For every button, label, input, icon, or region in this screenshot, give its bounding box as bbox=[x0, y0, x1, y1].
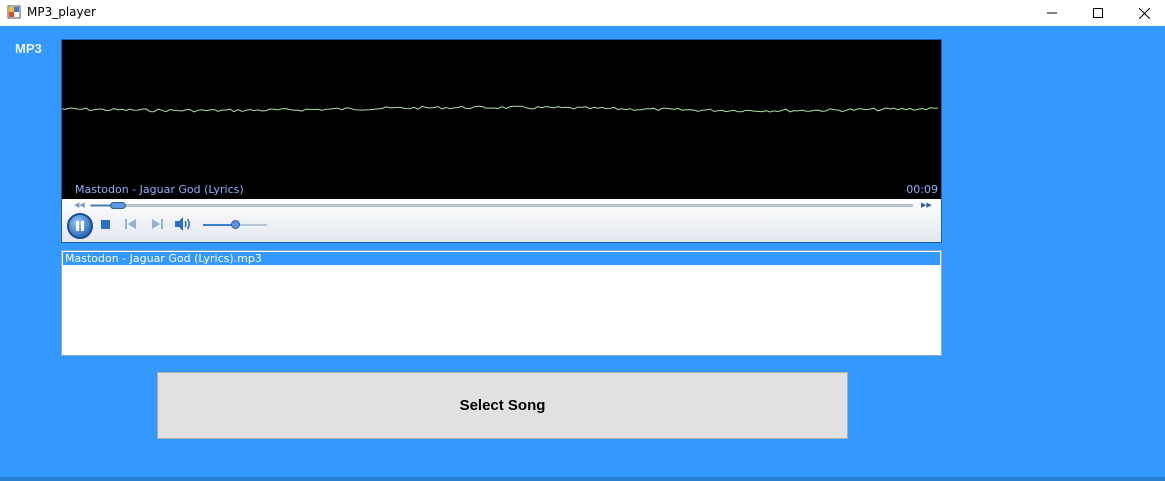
stop-icon bbox=[100, 219, 110, 229]
maximize-button[interactable] bbox=[1075, 0, 1121, 26]
close-icon bbox=[1138, 7, 1150, 19]
app-icon bbox=[7, 5, 21, 19]
elapsed-time: 00:09 bbox=[906, 183, 938, 196]
previous-button[interactable] bbox=[125, 219, 137, 229]
seek-thumb[interactable] bbox=[109, 202, 126, 209]
song-list[interactable]: Mastodon - Jaguar God (Lyrics).mp3 bbox=[61, 250, 942, 356]
volume-thumb[interactable] bbox=[231, 220, 240, 229]
minimize-button[interactable] bbox=[1029, 0, 1075, 26]
speaker-icon bbox=[175, 217, 190, 231]
player-controls: ◀◀ ▶▶ bbox=[62, 199, 941, 242]
now-playing-text: Mastodon - Jaguar God (Lyrics) bbox=[75, 183, 244, 196]
bottom-strip bbox=[0, 477, 1165, 481]
select-song-button[interactable]: Select Song bbox=[157, 372, 848, 439]
previous-icon bbox=[125, 219, 136, 229]
maximize-icon bbox=[1093, 8, 1103, 18]
pause-button[interactable] bbox=[67, 213, 93, 239]
title-bar: MP3_player bbox=[0, 0, 1165, 26]
pause-icon bbox=[76, 221, 84, 231]
minimize-icon bbox=[1047, 12, 1057, 14]
window-title: MP3_player bbox=[27, 5, 96, 19]
seek-forward-icon[interactable]: ▶▶ bbox=[921, 201, 932, 209]
next-button[interactable] bbox=[151, 219, 163, 229]
volume-slider[interactable] bbox=[203, 220, 267, 229]
stop-button[interactable] bbox=[100, 219, 110, 229]
media-player[interactable]: Mastodon - Jaguar God (Lyrics) 00:09 ◀◀ … bbox=[61, 39, 942, 243]
seek-back-icon[interactable]: ◀◀ bbox=[74, 201, 85, 209]
close-button[interactable] bbox=[1121, 0, 1165, 26]
list-item[interactable]: Mastodon - Jaguar God (Lyrics).mp3 bbox=[63, 252, 940, 265]
app-label: MP3 bbox=[15, 41, 42, 56]
mute-button[interactable] bbox=[175, 217, 193, 231]
next-icon bbox=[152, 219, 163, 229]
audio-visualizer bbox=[62, 105, 939, 113]
seek-bar[interactable] bbox=[90, 202, 913, 209]
